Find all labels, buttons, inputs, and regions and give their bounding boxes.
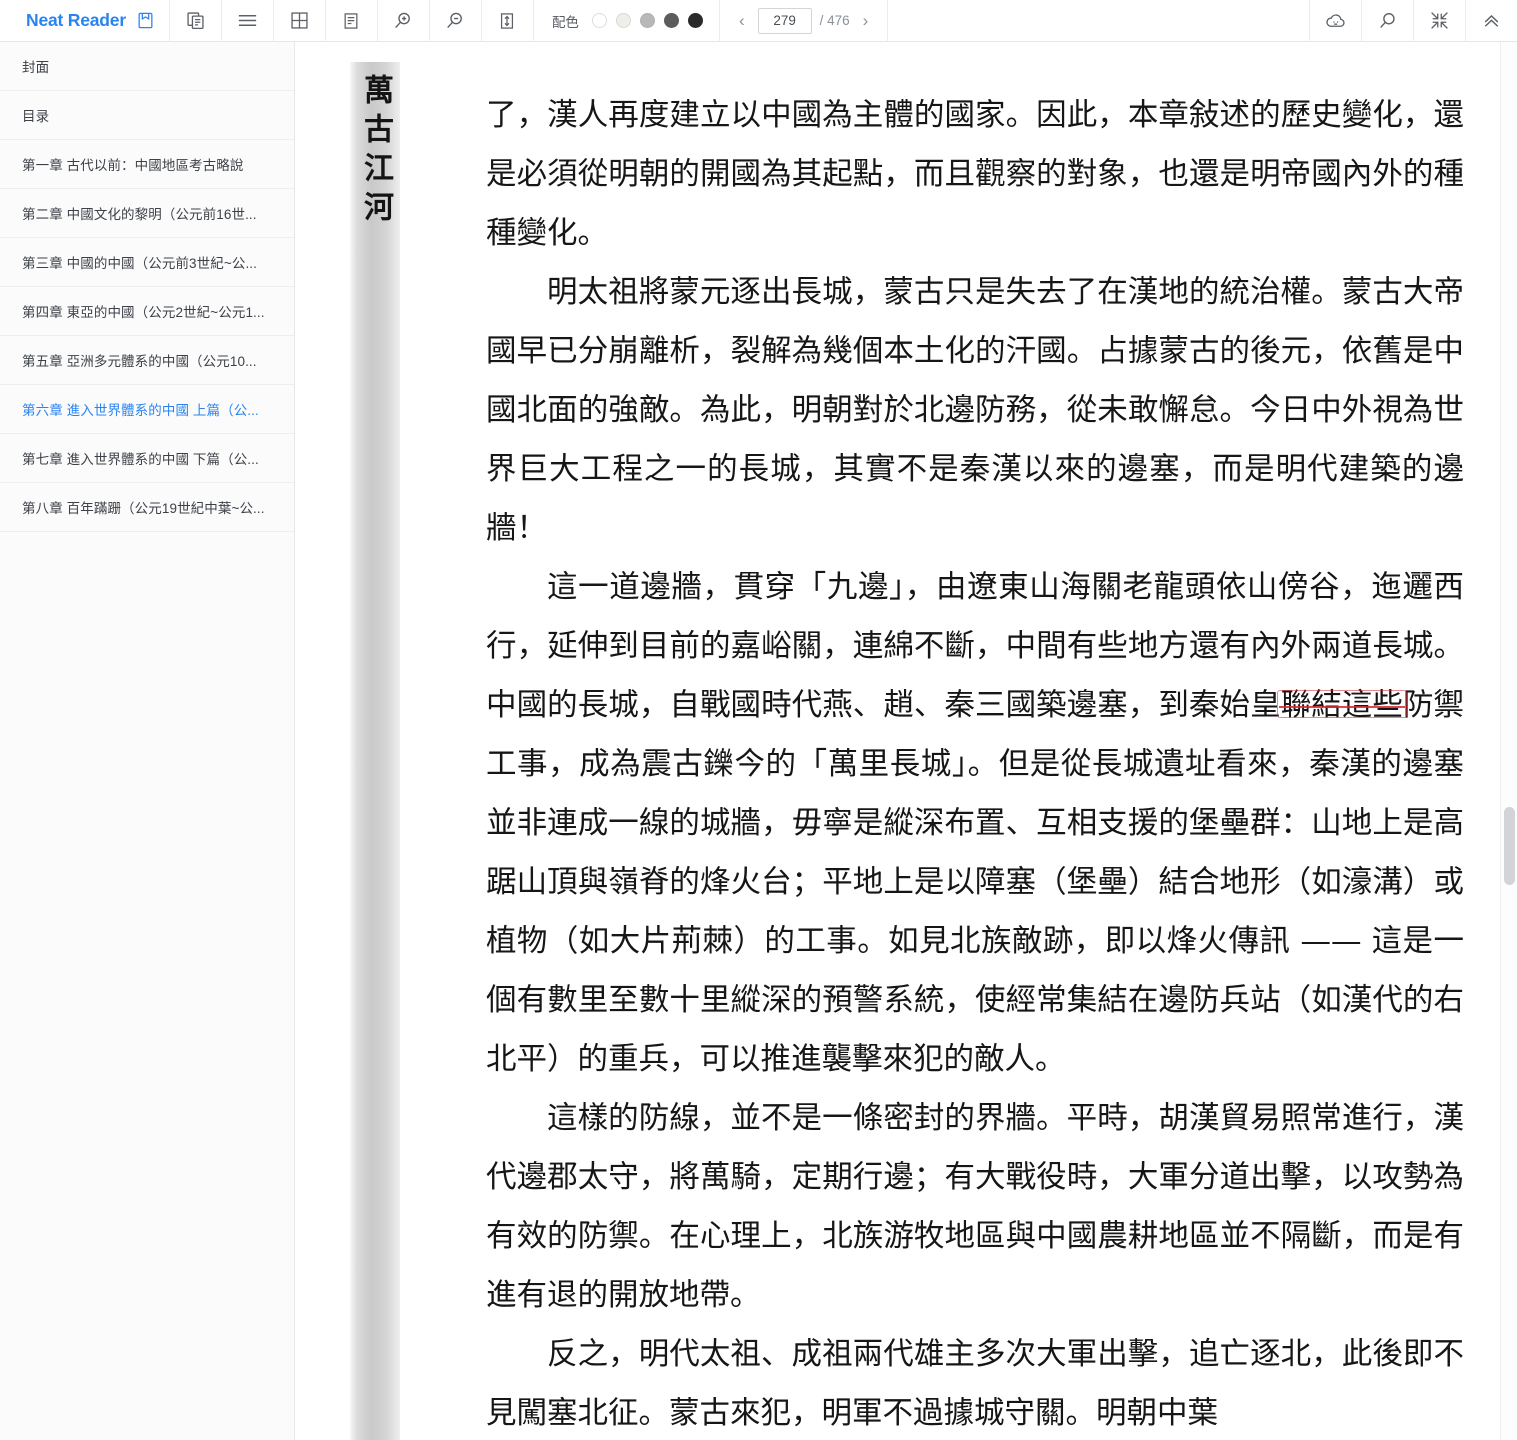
exit-fullscreen-icon[interactable] (1414, 0, 1465, 42)
prev-page-button[interactable]: ‹ (734, 12, 750, 29)
scanned-page-image: 萬古江河 了，漢人再度建立以中國為主體的國家。因此，本章敍述的歷史變化，還是必須… (296, 42, 1496, 1440)
sidebar-item-chapter-7[interactable]: 第七章 進入世界體系的中國 下篇（公... (0, 434, 294, 483)
body-paragraph: 明太祖將蒙元逐出長城，蒙古只是失去了在漢地的統治權。蒙古大帝國早已分崩離析，裂解… (486, 263, 1464, 558)
body-paragraph: 這樣的防線，並不是一條密封的界牆。平時，胡漢貿易照常進行，漢代邊郡太守，將萬騎，… (486, 1089, 1464, 1325)
total-pages-label: / 476 (819, 13, 850, 28)
theme-swatch-dark-gray[interactable] (663, 13, 679, 28)
single-page-icon[interactable] (326, 0, 377, 42)
collapse-toolbar-icon[interactable] (1466, 0, 1517, 42)
theme-swatch-gray[interactable] (639, 13, 655, 28)
book-spine-title-wrap: 萬古江河 (350, 62, 400, 1440)
color-theme-group: 配色 (534, 0, 719, 42)
sidebar-item-cover[interactable]: 封面 (0, 42, 294, 91)
grid-view-icon[interactable] (274, 0, 325, 42)
sidebar-item-chapter-3[interactable]: 第三章 中國的中國（公元前3世紀~公... (0, 238, 294, 287)
search-icon[interactable] (1362, 0, 1413, 42)
vertical-scrollbar[interactable] (1500, 42, 1517, 1440)
next-page-button[interactable]: › (858, 12, 874, 29)
page-body-text: 了，漢人再度建立以中國為主體的國家。因此，本章敍述的歷史變化，還是必須從明朝的開… (486, 86, 1464, 1440)
page-number-input[interactable] (757, 7, 812, 34)
sidebar-item-label: 第一章 古代以前：中國地區考古略說 (22, 158, 244, 173)
text-run: 反之，明代太祖、成祖兩代雄主多次大軍出擊，追亡逐北，此後即不見闖塞北征。蒙古來犯… (486, 1337, 1464, 1431)
sidebar-item-label: 第四章 東亞的中國（公元2世紀~公元1... (22, 305, 265, 320)
neat-reader-window: Neat Reader 配色 ‹ 279 / 476 › 封面 目录 第一章 古… (0, 0, 1517, 1440)
sidebar-item-chapter-5[interactable]: 第五章 亞洲多元體系的中國（公元10... (0, 336, 294, 385)
body-paragraph: 了，漢人再度建立以中國為主體的國家。因此，本章敍述的歷史變化，還是必須從明朝的開… (486, 86, 1464, 263)
theme-swatch-paper[interactable] (615, 13, 631, 28)
vertical-scrollbar-thumb[interactable] (1504, 807, 1515, 885)
sidebar-item-chapter-8[interactable]: 第八章 百年蹣跚（公元19世紀中葉~公... (0, 483, 294, 532)
color-theme-label: 配色 (551, 14, 579, 30)
theme-swatch-black[interactable] (687, 13, 703, 28)
main-toolbar: Neat Reader 配色 ‹ 279 / 476 › (0, 0, 1517, 42)
theme-swatch-white[interactable] (591, 13, 607, 28)
cloud-sync-icon[interactable] (1310, 0, 1361, 42)
text-run: 明太祖將蒙元逐出長城，蒙古只是失去了在漢地的統治權。蒙古大帝國早已分崩離析，裂解… (486, 275, 1464, 546)
zoom-out-icon[interactable] (430, 0, 481, 42)
sidebar-item-chapter-6[interactable]: 第六章 進入世界體系的中國 上篇（公... (0, 385, 294, 434)
page-navigation: ‹ / 476 › (720, 0, 887, 42)
text-run: 這樣的防線，並不是一條密封的界牆。平時，胡漢貿易照常進行，漢代邊郡太守，將萬騎，… (486, 1101, 1464, 1313)
sidebar-item-chapter-4[interactable]: 第四章 東亞的中國（公元2世紀~公元1... (0, 287, 294, 336)
body-paragraph: 反之，明代太祖、成祖兩代雄主多次大軍出擊，追亡逐北，此後即不見闖塞北征。蒙古來犯… (486, 1325, 1464, 1440)
table-of-contents-sidebar[interactable]: 封面 目录 第一章 古代以前：中國地區考古略說 第二章 中國文化的黎明（公元前1… (0, 42, 295, 1440)
sidebar-item-label: 第二章 中國文化的黎明（公元前16世... (22, 207, 257, 222)
reader-page-view[interactable]: 萬古江河 了，漢人再度建立以中國為主體的國家。因此，本章敍述的歷史變化，還是必須… (296, 42, 1517, 1440)
sidebar-item-label: 封面 (22, 60, 50, 75)
sidebar-item-contents[interactable]: 目录 (0, 91, 294, 140)
sidebar-item-label: 第三章 中國的中國（公元前3世紀~公... (22, 256, 257, 271)
app-brand: Neat Reader (0, 0, 169, 42)
sidebar-item-label: 第六章 進入世界體系的中國 上篇（公... (22, 403, 259, 418)
list-view-icon[interactable] (222, 0, 273, 42)
fit-height-icon[interactable] (482, 0, 533, 42)
zoom-in-icon[interactable] (378, 0, 429, 42)
app-title: Neat Reader (26, 10, 126, 30)
sidebar-item-label: 第七章 進入世界體系的中國 下篇（公... (22, 452, 259, 467)
save-to-device-icon[interactable] (136, 11, 155, 30)
sidebar-item-chapter-1[interactable]: 第一章 古代以前：中國地區考古略說 (0, 140, 294, 189)
annotated-text-run[interactable]: 聯結這些 (1281, 688, 1403, 723)
sidebar-item-label: 目录 (22, 109, 50, 124)
text-run: 了，漢人再度建立以中國為主體的國家。因此，本章敍述的歷史變化，還是必須從明朝的開… (486, 98, 1464, 251)
body-paragraph: 這一道邊牆，貫穿「九邊」，由遼東山海關老龍頭依山傍谷，迤邐西行，延伸到目前的嘉峪… (486, 558, 1464, 1089)
sidebar-item-label: 第八章 百年蹣跚（公元19世紀中葉~公... (22, 501, 265, 516)
book-spine-title: 萬古江河 (358, 74, 393, 230)
sidebar-item-label: 第五章 亞洲多元體系的中國（公元10... (22, 354, 257, 369)
sidebar-item-chapter-2[interactable]: 第二章 中國文化的黎明（公元前16世... (0, 189, 294, 238)
copy-pages-icon[interactable] (170, 0, 221, 42)
text-run: 防禦工事，成為震古鑠今的「萬里長城」。但是從長城遺址看來，秦漢的邊塞並非連成一線… (486, 688, 1465, 1077)
